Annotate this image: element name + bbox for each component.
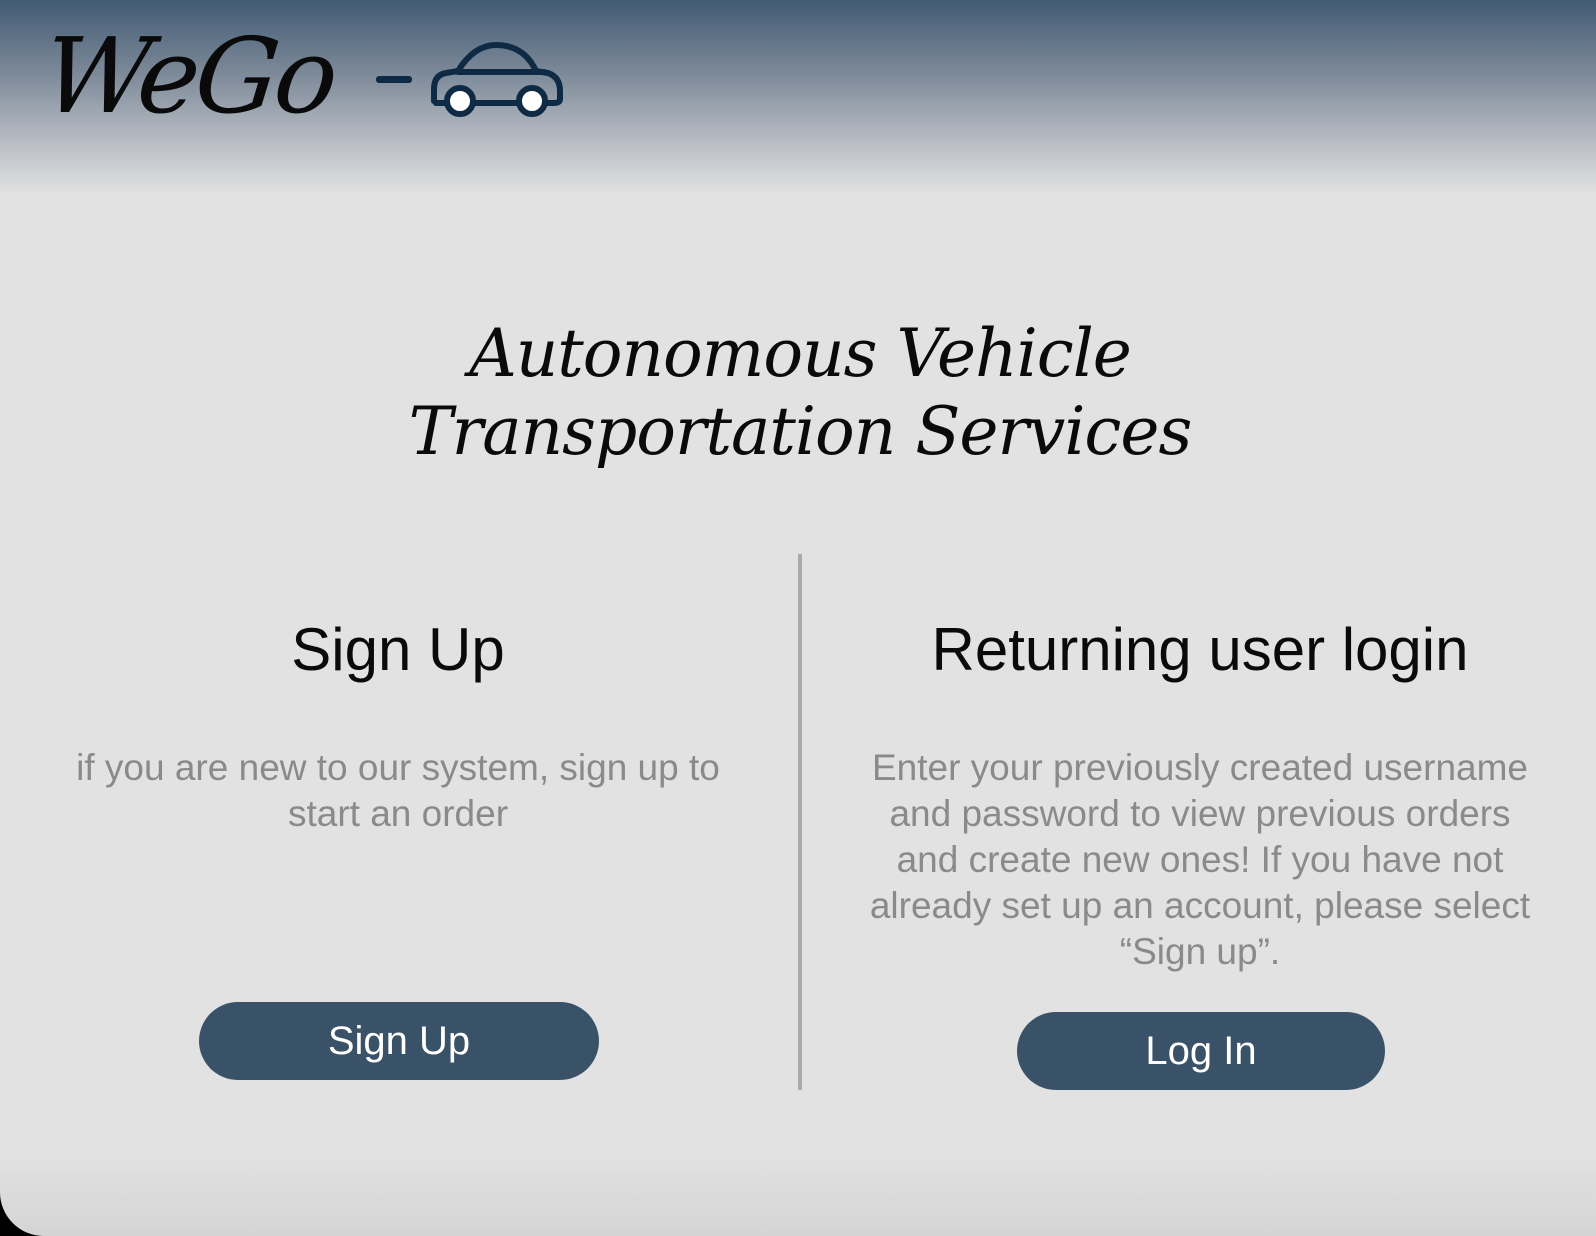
- signup-title: Sign Up: [291, 616, 505, 683]
- column-divider: [798, 554, 802, 1090]
- brand-dash: [375, 75, 412, 83]
- car-icon: [428, 39, 564, 124]
- login-description: Enter your previously created username a…: [869, 747, 1531, 972]
- landing-page: WeGo Autonomous Vehicle Transportation S…: [0, 0, 1596, 1236]
- login-button[interactable]: Log In: [1017, 1012, 1385, 1090]
- signup-button[interactable]: Sign Up: [199, 1002, 599, 1080]
- header-bar: WeGo: [0, 0, 1596, 195]
- tagline-heading: Autonomous Vehicle Transportation Servic…: [408, 315, 1193, 470]
- brand-name: WeGo: [37, 15, 341, 137]
- signup-description: if you are new to our system, sign up to…: [76, 747, 720, 834]
- brand-logo[interactable]: WeGo: [38, 15, 564, 137]
- login-title: Returning user login: [931, 616, 1469, 683]
